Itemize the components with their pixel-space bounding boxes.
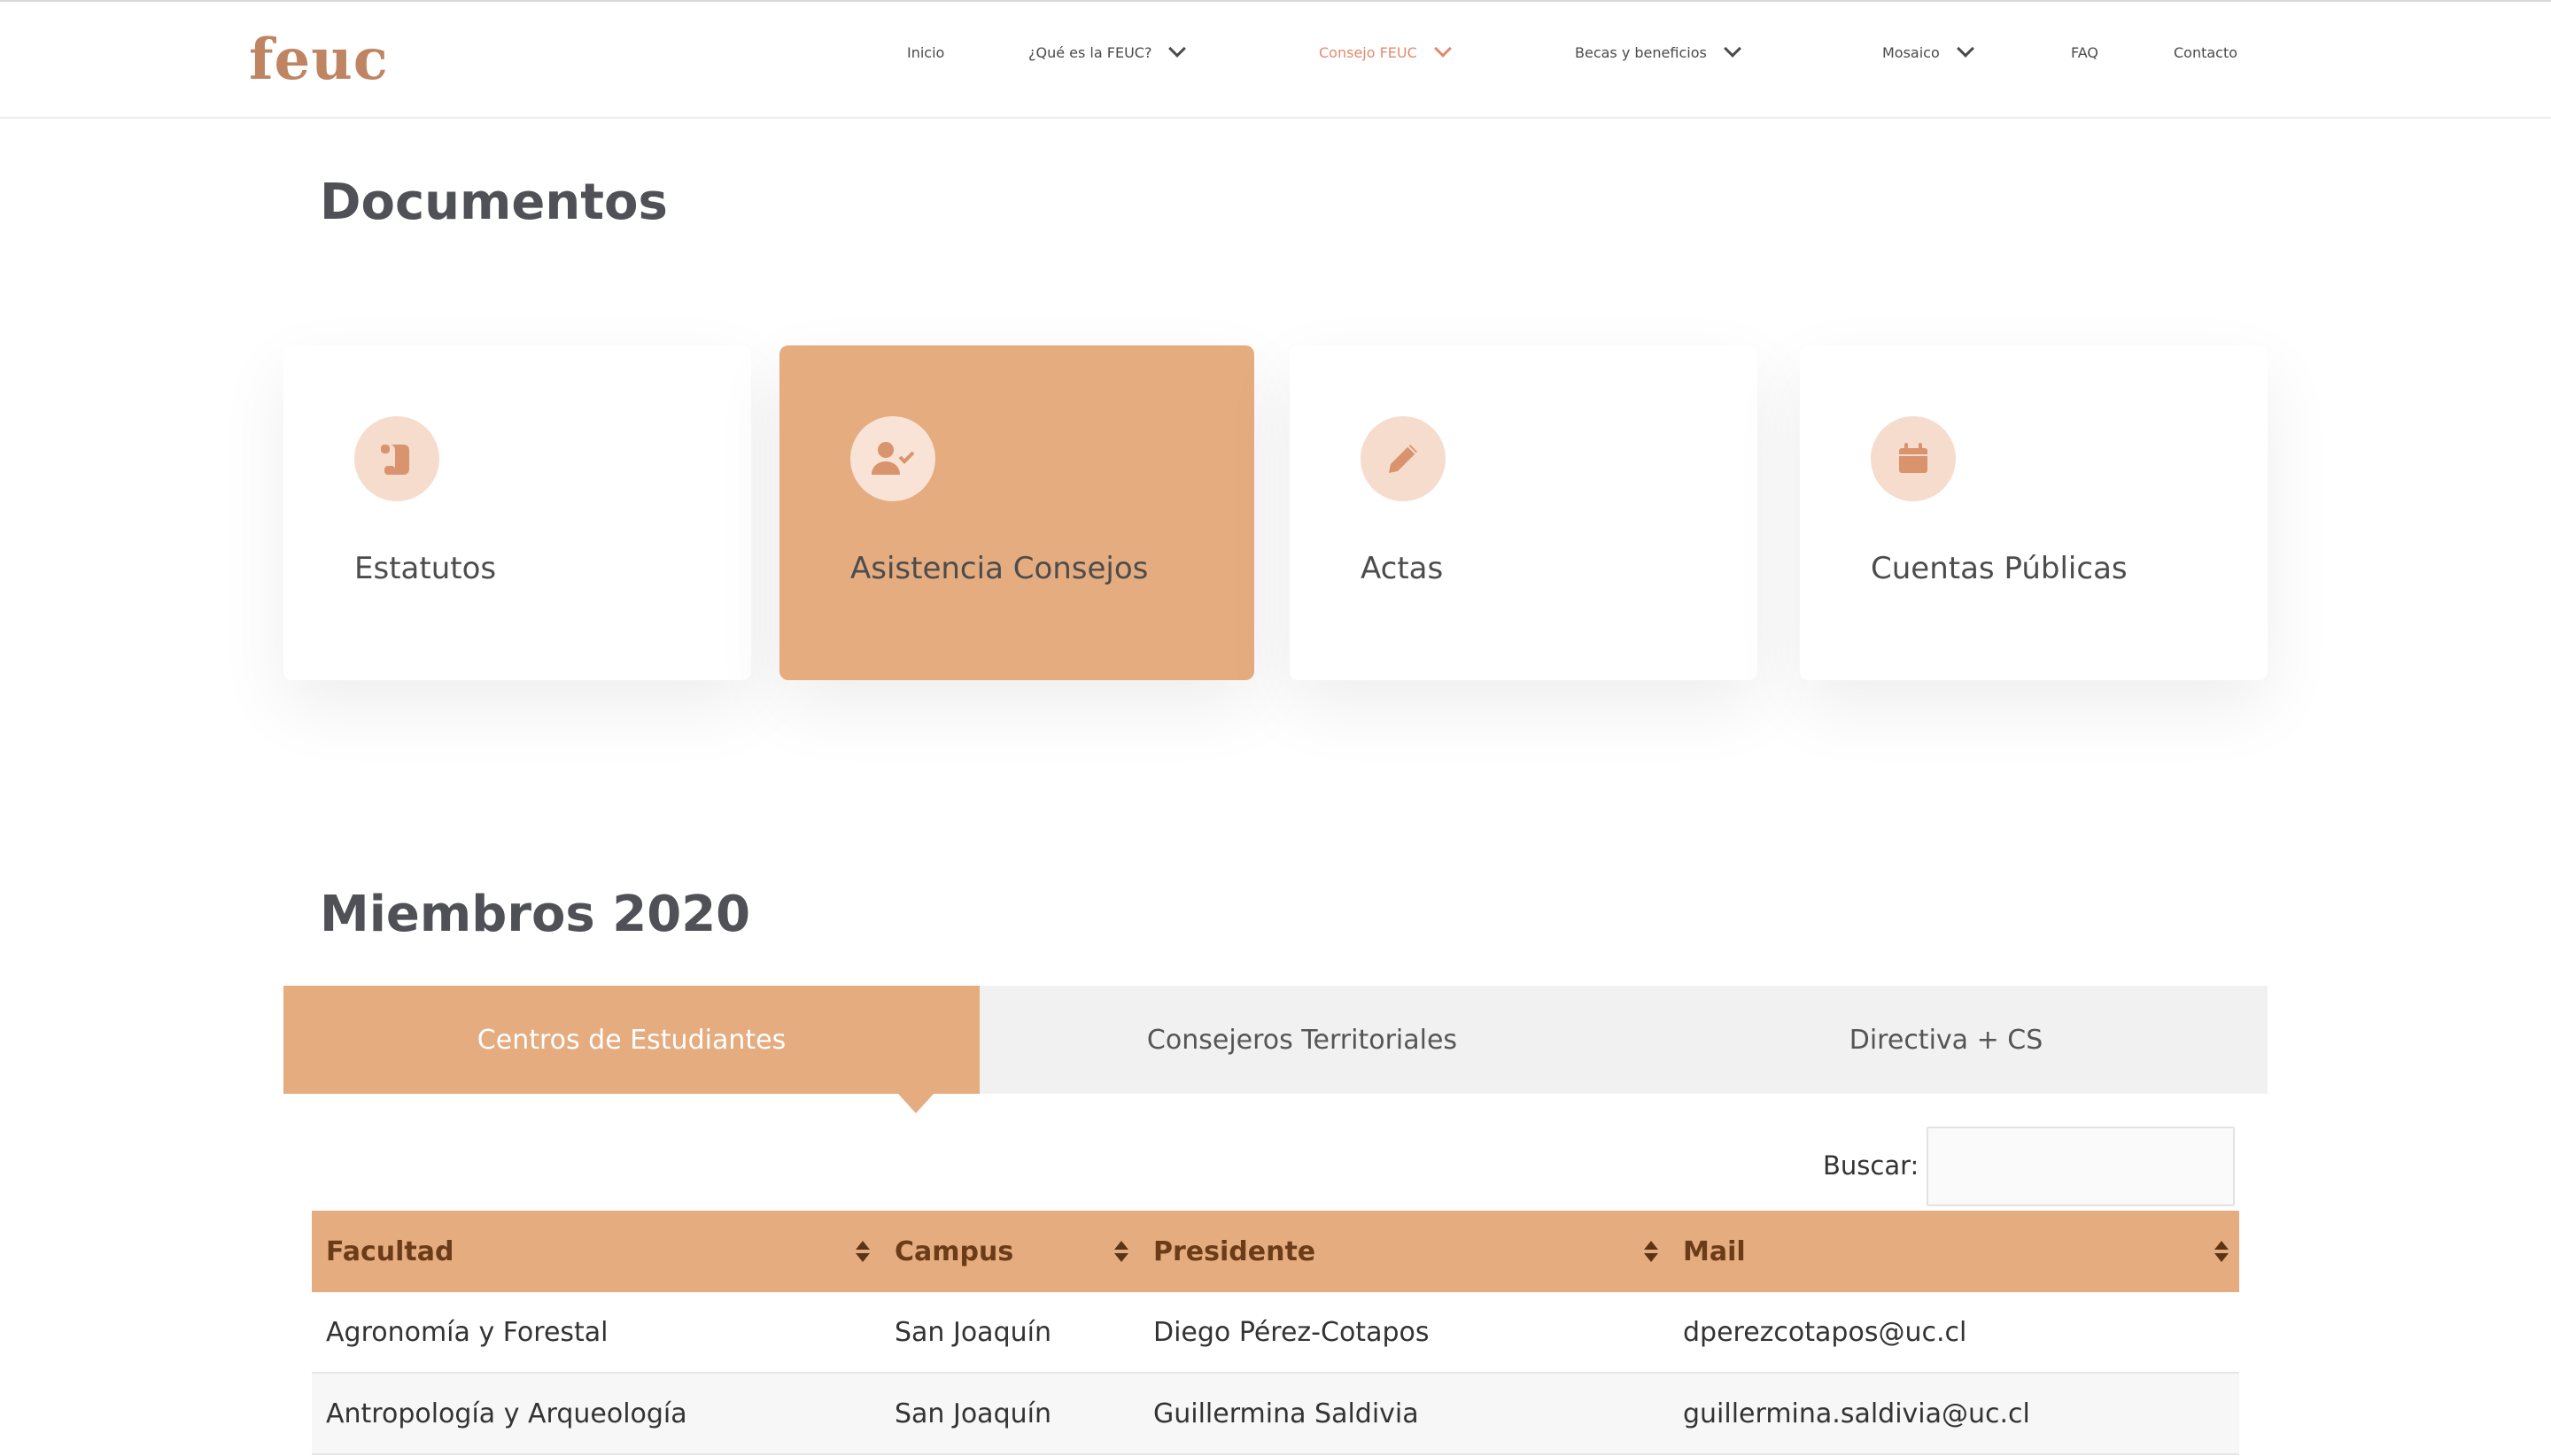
cell-mail: guillermina.saldivia@uc.cl [1669, 1373, 2239, 1455]
chevron-down-icon [1168, 40, 1187, 58]
chevron-down-icon [1433, 40, 1452, 58]
card-label: Asistencia Consejos [850, 551, 1149, 586]
nav-label: ¿Qué es la FEUC? [1028, 44, 1152, 61]
nav-item-faq[interactable]: FAQ [2071, 44, 2098, 61]
cell-presidente: Guillermina Saldivia [1139, 1373, 1669, 1455]
card-actas[interactable]: Actas [1290, 345, 1757, 680]
table-row: Agronomía y Forestal San Joaquín Diego P… [312, 1292, 2239, 1374]
cell-campus: San Joaquín [880, 1292, 1139, 1374]
card-label: Estatutos [354, 551, 497, 586]
search-input[interactable] [1927, 1127, 2235, 1206]
tab-centros-estudiantes[interactable]: Centros de Estudiantes [283, 986, 980, 1094]
nav-label: Contacto [2174, 44, 2238, 61]
card-asistencia-consejos[interactable]: Asistencia Consejos [779, 345, 1254, 680]
sort-icon [1644, 1241, 1658, 1264]
tab-label: Consejeros Territoriales [1146, 1024, 1458, 1056]
site-logo[interactable]: feuc [249, 27, 389, 93]
active-tab-indicator [898, 1094, 934, 1113]
chevron-down-icon [1956, 40, 1974, 58]
nav-label: Becas y beneficios [1575, 44, 1707, 61]
members-tabs: Centros de Estudiantes Consejeros Territ… [283, 986, 2268, 1113]
nav-item-consejo-feuc[interactable]: Consejo FEUC [1319, 40, 1452, 61]
tab-label: Directiva + CS [1849, 1024, 2043, 1056]
pencil-icon [1361, 416, 1446, 501]
members-title: Miembros 2020 [320, 886, 751, 943]
column-label: Campus [895, 1235, 1014, 1267]
column-label: Mail [1683, 1235, 1746, 1267]
column-header-mail[interactable]: Mail [1669, 1211, 2239, 1292]
table-row: Antropología y Arqueología San Joaquín G… [312, 1373, 2239, 1455]
nav-item-mosaico[interactable]: Mosaico [1882, 40, 1974, 61]
nav-label: Mosaico [1882, 44, 1940, 61]
column-label: Facultad [326, 1235, 454, 1267]
cell-facultad: Antropología y Arqueología [312, 1373, 880, 1455]
nav-label: FAQ [2071, 44, 2098, 61]
card-label: Actas [1361, 551, 1444, 586]
nav-item-inicio[interactable]: Inicio [907, 44, 944, 61]
cell-campus: San Joaquín [880, 1373, 1139, 1455]
sort-icon [856, 1241, 870, 1264]
scroll-icon [354, 416, 439, 501]
column-header-campus[interactable]: Campus [880, 1211, 1139, 1292]
chevron-down-icon [1723, 40, 1741, 58]
sort-icon [2214, 1241, 2229, 1264]
tab-directiva-cs[interactable]: Directiva + CS [1624, 986, 2268, 1094]
card-label: Cuentas Públicas [1871, 551, 2128, 586]
column-header-presidente[interactable]: Presidente [1139, 1211, 1669, 1292]
card-cuentas-publicas[interactable]: Cuentas Públicas [1800, 345, 2268, 680]
column-header-facultad[interactable]: Facultad [312, 1211, 880, 1292]
cell-facultad: Agronomía y Forestal [312, 1292, 880, 1374]
tab-consejeros-territoriales[interactable]: Consejeros Territoriales [980, 986, 1624, 1094]
search-label: Buscar: [1823, 1150, 1919, 1181]
top-navbar: feuc Inicio ¿Qué es la FEUC? Consejo FEU… [0, 0, 2551, 119]
cell-presidente: Diego Pérez-Cotapos [1139, 1292, 1669, 1374]
cell-mail: dperezcotapos@uc.cl [1669, 1292, 2239, 1374]
nav-label: Inicio [907, 44, 945, 61]
sort-icon [1114, 1241, 1128, 1264]
column-label: Presidente [1153, 1235, 1316, 1267]
nav-item-becas[interactable]: Becas y beneficios [1575, 40, 1741, 61]
user-check-icon [850, 416, 935, 501]
nav-label: Consejo FEUC [1319, 44, 1417, 61]
calendar-icon [1871, 416, 1956, 501]
tab-label: Centros de Estudiantes [477, 1024, 787, 1056]
members-table: Facultad Campus Presidente Mail Agronomí… [312, 1211, 2239, 1455]
documents-title: Documentos [320, 174, 668, 231]
card-estatutos[interactable]: Estatutos [283, 345, 751, 680]
nav-item-contacto[interactable]: Contacto [2174, 44, 2237, 61]
nav-item-que-es-feuc[interactable]: ¿Qué es la FEUC? [1028, 40, 1187, 61]
table-header-row: Facultad Campus Presidente Mail [312, 1211, 2239, 1292]
